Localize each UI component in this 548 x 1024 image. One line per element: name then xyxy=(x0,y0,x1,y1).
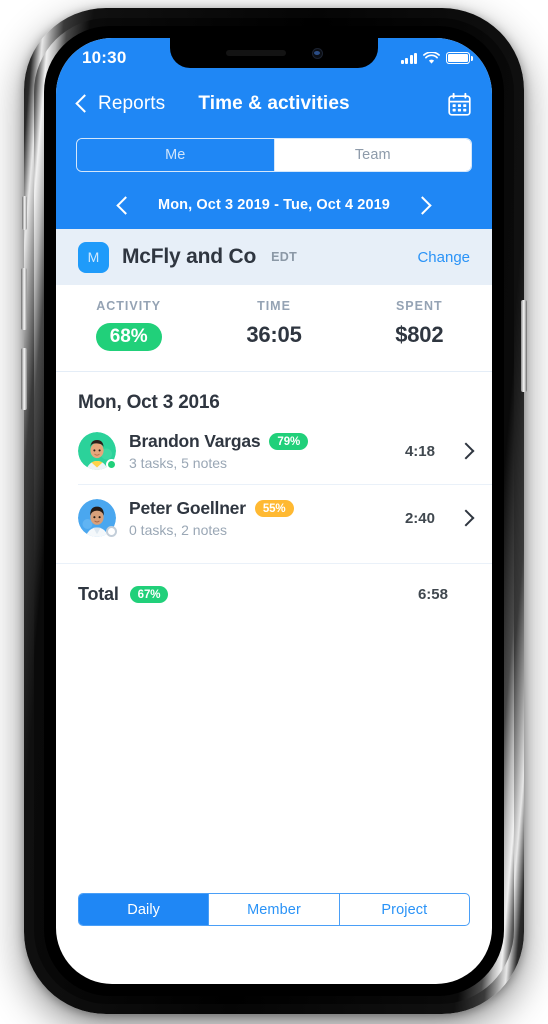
row-content: Brandon Vargas 79% 3 tasks, 5 notes xyxy=(129,431,392,471)
next-date-range-button[interactable] xyxy=(413,195,432,215)
stat-spent: SPENT $802 xyxy=(347,299,492,351)
volume-down-button[interactable] xyxy=(21,348,27,410)
member-activity-badge: 79% xyxy=(269,433,309,450)
calendar-icon[interactable] xyxy=(447,92,472,117)
member-name: Peter Goellner xyxy=(129,498,246,518)
navigation-bar: Reports Time & activities xyxy=(56,76,492,132)
table-row[interactable]: Brandon Vargas 79% 3 tasks, 5 notes 4:18 xyxy=(56,418,492,484)
front-camera-icon xyxy=(311,47,323,59)
change-client-button[interactable]: Change xyxy=(417,249,470,266)
back-to-reports-button[interactable]: Reports xyxy=(75,93,166,115)
member-time: 4:18 xyxy=(404,442,435,460)
mute-switch-button[interactable] xyxy=(22,196,27,230)
screenshot-stage: 10:30 Reports Time & activities Me Team … xyxy=(0,0,548,1024)
status-dot-offline xyxy=(106,526,117,537)
signal-bars-icon xyxy=(400,52,417,64)
tab-me[interactable]: Me xyxy=(77,139,274,171)
view-mode-tabs: Daily Member Project xyxy=(56,893,492,926)
volume-up-button[interactable] xyxy=(21,268,27,330)
total-label: Total xyxy=(78,584,119,604)
previous-date-range-button[interactable] xyxy=(116,195,135,215)
stat-time-label: TIME xyxy=(257,299,291,313)
chevron-right-icon[interactable] xyxy=(457,509,475,527)
avatar xyxy=(78,432,117,470)
tab-team[interactable]: Team xyxy=(273,139,471,171)
back-button-label: Reports xyxy=(98,93,166,114)
summary-stats: ACTIVITY 68% TIME 36:05 SPENT $802 xyxy=(56,285,492,372)
power-button[interactable] xyxy=(521,300,527,392)
member-time: 2:40 xyxy=(404,509,435,527)
member-name-line: Brandon Vargas 79% xyxy=(129,431,392,452)
stat-activity-label: ACTIVITY xyxy=(96,299,162,313)
tab-daily[interactable]: Daily xyxy=(79,894,209,925)
total-time: 6:58 xyxy=(417,586,448,603)
status-bar-clock: 10:30 xyxy=(82,48,127,67)
date-range-navigator: Mon, Oct 3 2019 - Tue, Oct 4 2019 xyxy=(56,185,492,229)
total-activity-badge: 67% xyxy=(129,586,169,603)
day-group-heading: Mon, Oct 3 2016 xyxy=(78,392,220,413)
chevron-left-icon xyxy=(75,94,94,113)
table-row[interactable]: Peter Goellner 55% 0 tasks, 2 notes 2:40 xyxy=(78,484,492,551)
client-timezone: EDT xyxy=(271,250,298,264)
avatar xyxy=(78,499,117,537)
status-dot-online xyxy=(106,459,117,470)
client-avatar: M xyxy=(78,241,109,273)
page-title: Time & activities xyxy=(198,93,350,114)
stat-activity-value-wrap: 68% xyxy=(56,322,201,351)
chevron-right-icon[interactable] xyxy=(457,442,475,460)
total-row: Total 67% 6:58 xyxy=(56,563,492,625)
member-activity-badge: 55% xyxy=(254,500,294,517)
display-notch xyxy=(170,38,378,68)
client-name: McFly and Co xyxy=(122,245,257,268)
member-subtitle: 0 tasks, 2 notes xyxy=(129,522,228,538)
member-name-line: Peter Goellner 55% xyxy=(129,498,392,519)
member-subtitle: 3 tasks, 5 notes xyxy=(129,455,228,471)
phone-screen: 10:30 Reports Time & activities Me Team … xyxy=(56,38,492,984)
client-selector-bar[interactable]: M McFly and Co EDT Change xyxy=(56,229,492,285)
tab-member[interactable]: Member xyxy=(208,894,338,925)
stat-time-value: 36:05 xyxy=(246,322,302,347)
row-content: Peter Goellner 55% 0 tasks, 2 notes xyxy=(129,498,392,538)
stat-spent-label: SPENT xyxy=(395,299,443,313)
activity-list: Mon, Oct 3 2016 Brandon Vargas 79% 3 tas… xyxy=(56,372,492,625)
activity-badge: 68% xyxy=(95,323,162,351)
member-name: Brandon Vargas xyxy=(129,431,261,451)
wifi-icon xyxy=(423,51,440,64)
date-range-label: Mon, Oct 3 2019 - Tue, Oct 4 2019 xyxy=(158,197,390,213)
earpiece-speaker-icon xyxy=(225,50,286,56)
tab-project[interactable]: Project xyxy=(338,894,469,925)
scope-tabs: Me Team xyxy=(56,132,492,185)
stat-spent-value: $802 xyxy=(395,322,444,347)
status-bar-icons xyxy=(400,51,473,65)
stat-time: TIME 36:05 xyxy=(201,299,346,351)
battery-full-icon xyxy=(446,52,473,64)
stat-activity: ACTIVITY 68% xyxy=(56,299,201,351)
